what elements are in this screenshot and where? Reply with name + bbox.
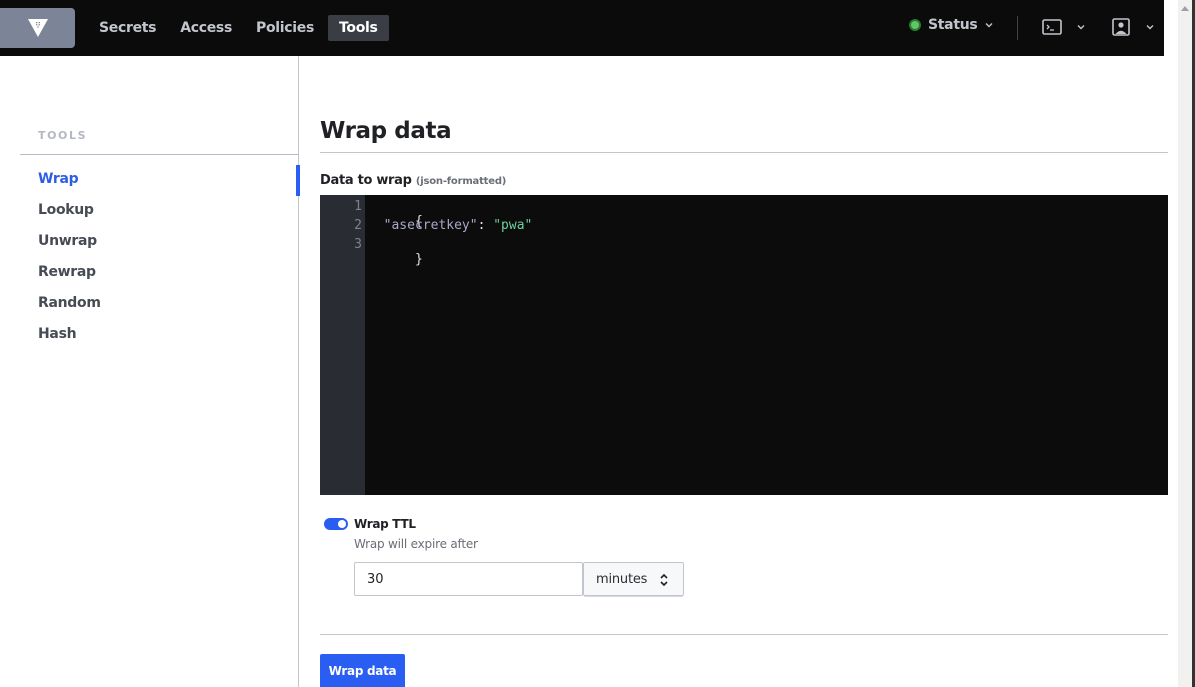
line-number: 2 [354, 218, 362, 233]
ttl-value-input[interactable] [354, 562, 583, 596]
nav-access[interactable]: Access [172, 15, 240, 41]
tools-sidebar: TOOLS Wrap Lookup Unwrap Rewrap Random H… [0, 56, 300, 687]
chevron-down-icon [1145, 22, 1155, 32]
sidebar-divider [20, 154, 299, 155]
chevron-down-icon [984, 20, 994, 30]
top-navbar: Secrets Access Policies Tools Status [0, 0, 1164, 56]
user-icon [1112, 18, 1130, 36]
terminal-icon [1042, 19, 1062, 35]
code-line: } [368, 237, 423, 282]
user-menu-button[interactable] [1111, 18, 1155, 36]
wrap-ttl-label: Wrap TTL [354, 517, 416, 531]
code-token: } [414, 252, 423, 267]
wrap-ttl-row: Wrap TTL [324, 517, 416, 531]
ttl-unit-value: minutes [596, 571, 648, 587]
code-line: "asecretkey": "pwa" [368, 218, 533, 233]
wrap-data-button[interactable]: Wrap data [320, 654, 405, 687]
status-menu-button[interactable]: Status [909, 17, 994, 33]
editor-gutter: 1 2 3 [320, 195, 365, 495]
sidebar-header: TOOLS [38, 129, 88, 142]
vault-logo-icon [27, 19, 48, 37]
code-token: : [477, 218, 494, 233]
select-updown-icon [660, 573, 668, 587]
sidebar-item-hash[interactable]: Hash [0, 323, 299, 354]
nav-divider [1017, 16, 1018, 40]
sidebar-item-unwrap[interactable]: Unwrap [0, 230, 299, 261]
sidebar-list: Wrap Lookup Unwrap Rewrap Random Hash [0, 165, 300, 354]
page-scrollbar[interactable] [1178, 0, 1192, 687]
form-divider [320, 634, 1168, 635]
sidebar-item-wrap[interactable]: Wrap [0, 165, 300, 199]
status-label: Status [928, 17, 978, 33]
code-token-string: "pwa" [493, 218, 533, 233]
status-indicator-icon [909, 19, 921, 31]
nav-secrets[interactable]: Secrets [91, 15, 164, 41]
data-field-label-text: Data to wrap [320, 173, 412, 188]
console-menu-button[interactable] [1042, 18, 1086, 36]
nav-policies[interactable]: Policies [248, 15, 322, 41]
line-number: 1 [354, 199, 362, 214]
home-logo-button[interactable] [0, 8, 75, 48]
sidebar-item-rewrap[interactable]: Rewrap [0, 261, 299, 292]
line-number: 3 [354, 237, 362, 252]
wrap-ttl-toggle[interactable] [324, 518, 348, 530]
chevron-down-icon [1076, 22, 1086, 32]
data-field-label: Data to wrap (json-formatted) [320, 173, 506, 188]
wrap-ttl-help: Wrap will expire after [354, 537, 478, 551]
title-divider [320, 152, 1168, 153]
code-token-key: "asecretkey" [383, 218, 478, 233]
ttl-unit-select[interactable]: minutes [583, 562, 684, 596]
sidebar-item-random[interactable]: Random [0, 292, 299, 323]
nav-tools[interactable]: Tools [328, 15, 389, 41]
data-field-sublabel: (json-formatted) [415, 176, 507, 187]
scroll-up-arrow-icon[interactable] [1181, 6, 1189, 11]
sidebar-item-lookup[interactable]: Lookup [0, 199, 299, 230]
main-nav: Secrets Access Policies Tools [91, 15, 397, 41]
json-code-editor[interactable]: 1 2 3 { "asecretkey": "pwa" } [320, 195, 1168, 495]
page-title: Wrap data [320, 118, 452, 144]
